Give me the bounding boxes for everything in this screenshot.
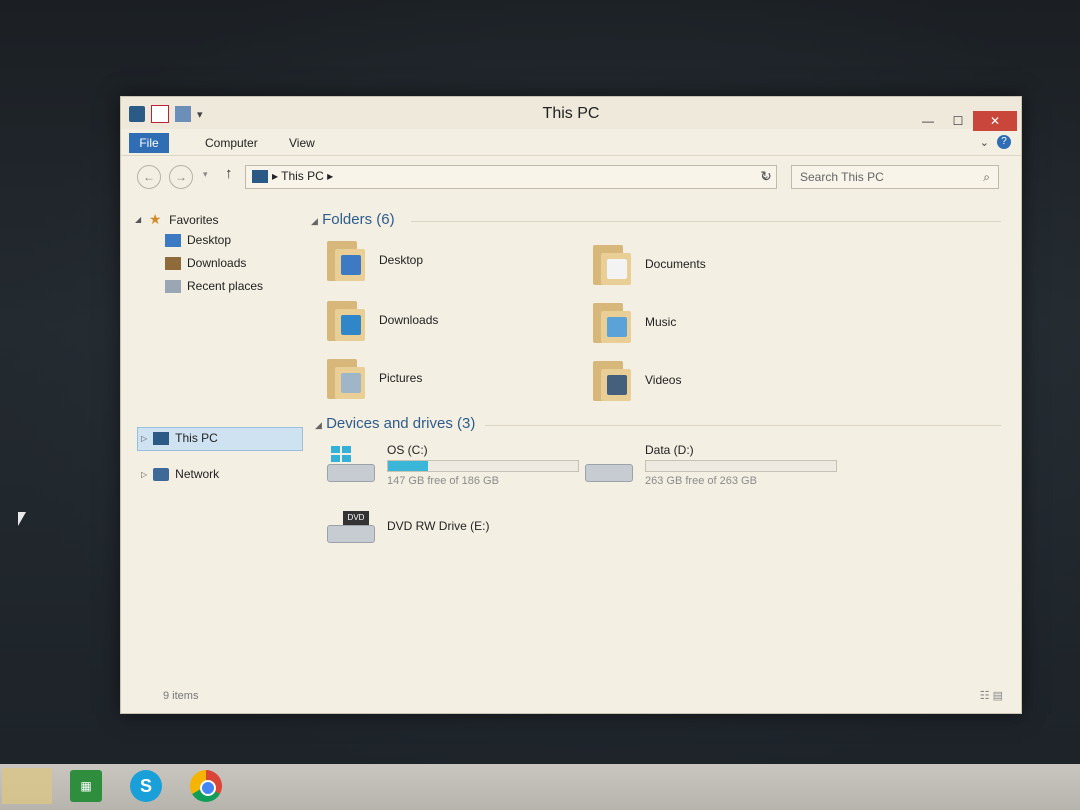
help-icon[interactable]: ? <box>997 135 1011 149</box>
address-bar[interactable]: ▸ This PC ▸ ⌄ <box>245 165 777 189</box>
folder-icon <box>591 299 633 345</box>
folder-label: Documents <box>645 257 706 271</box>
divider <box>411 221 1001 222</box>
nav-favorites-label: Favorites <box>169 212 219 227</box>
close-button[interactable]: ✕ <box>973 111 1017 131</box>
recent-places-icon <box>165 279 181 293</box>
drive-free-space: 263 GB free of 263 GB <box>645 475 757 487</box>
drive-item-c[interactable]: OS (C:) 147 GB free of 186 GB <box>327 443 579 487</box>
folder-item-videos[interactable]: Videos <box>591 357 681 403</box>
nav-item-recent-places[interactable]: Recent places <box>165 279 263 293</box>
navigation-pane: ◢ ★ Favorites Desktop Downloads Recent p… <box>129 203 309 693</box>
store-taskbar-icon[interactable]: ▦ <box>70 770 102 802</box>
folders-header-label: Folders (6) <box>322 211 395 228</box>
ribbon-help-area: ⌄ ? <box>980 135 1011 149</box>
status-item-count: 9 items <box>163 690 199 702</box>
collapse-icon[interactable]: ◢ <box>315 420 322 430</box>
file-explorer-window: ▾ This PC — ☐ ✕ File Computer View ⌄ ? ←… <box>120 96 1022 714</box>
taskbar: ▦ S <box>0 764 1080 810</box>
folder-icon <box>325 297 367 343</box>
nav-favorites[interactable]: ◢ ★ Favorites <box>135 211 219 228</box>
expand-icon[interactable]: ▷ <box>141 434 147 443</box>
folder-item-desktop[interactable]: Desktop <box>325 237 423 283</box>
folder-label: Pictures <box>379 371 423 385</box>
drive-label: Data (D:) <box>645 443 694 457</box>
search-input[interactable]: Search This PC <box>800 170 884 184</box>
collapse-icon[interactable]: ◢ <box>135 215 141 224</box>
up-button[interactable]: ↑ <box>225 165 233 182</box>
back-button[interactable]: ← <box>137 165 161 189</box>
folder-icon <box>325 237 367 283</box>
skype-taskbar-icon[interactable]: S <box>130 770 162 802</box>
minimize-button[interactable]: — <box>913 111 943 131</box>
drives-header-label: Devices and drives (3) <box>326 415 476 432</box>
title-bar: ▾ This PC — ☐ ✕ <box>121 97 1021 131</box>
search-icon[interactable]: ⌕ <box>983 170 990 185</box>
drive-usage-bar <box>645 460 837 472</box>
view-toggle-icons[interactable]: ☷ ▤ <box>980 689 1003 702</box>
expand-ribbon-icon[interactable]: ⌄ <box>980 136 989 149</box>
chrome-taskbar-icon[interactable] <box>190 770 222 802</box>
recent-locations-icon[interactable]: ▾ <box>203 169 208 180</box>
content-pane: ◢ Folders (6) Desktop Documents Download… <box>311 203 1011 693</box>
collapse-icon[interactable]: ◢ <box>311 216 318 226</box>
folder-item-documents[interactable]: Documents <box>591 241 706 287</box>
breadcrumb[interactable]: ▸ This PC ▸ <box>272 169 333 183</box>
tab-file[interactable]: File <box>129 133 169 153</box>
folder-label: Videos <box>645 373 682 387</box>
hard-drive-icon <box>585 446 633 484</box>
nav-item-network[interactable]: ▷ Network <box>141 467 219 481</box>
nav-item-desktop[interactable]: Desktop <box>165 233 231 247</box>
drive-usage-bar <box>387 460 579 472</box>
folder-label: Desktop <box>379 253 424 267</box>
nav-item-this-pc[interactable]: ▷ This PC <box>141 431 218 445</box>
folder-item-downloads[interactable]: Downloads <box>325 297 438 343</box>
nav-item-label: Network <box>175 467 220 481</box>
nav-item-downloads[interactable]: Downloads <box>165 256 246 270</box>
tab-computer[interactable]: Computer <box>195 133 268 153</box>
downloads-icon <box>165 256 181 270</box>
maximize-button[interactable]: ☐ <box>943 111 973 131</box>
navigation-bar: ← → ▾ ↑ ▸ This PC ▸ ⌄ ↻ Search This PC ⌕ <box>121 159 1021 193</box>
file-explorer-taskbar-icon[interactable] <box>2 768 52 804</box>
refresh-button[interactable]: ↻ <box>755 165 777 187</box>
drive-item-dvd[interactable]: DVD DVD RW Drive (E:) <box>327 507 489 545</box>
dvd-drive-icon: DVD <box>327 507 375 545</box>
forward-button[interactable]: → <box>169 165 193 189</box>
folder-icon <box>325 355 367 401</box>
nav-item-label: Recent places <box>187 279 264 293</box>
folder-item-pictures[interactable]: Pictures <box>325 355 422 401</box>
nav-item-label: Downloads <box>187 256 247 270</box>
drives-group-header[interactable]: ◢ Devices and drives (3) <box>315 415 475 432</box>
breadcrumb-this-pc[interactable]: This PC <box>281 169 324 183</box>
folder-label: Downloads <box>379 313 439 327</box>
desktop-icon <box>165 233 181 247</box>
folder-icon <box>591 357 633 403</box>
computer-icon <box>252 170 268 183</box>
tab-view[interactable]: View <box>279 133 325 153</box>
folder-icon <box>591 241 633 287</box>
ribbon-tabs: File Computer View ⌄ ? <box>121 131 1021 156</box>
dvd-label: DVD <box>343 511 369 525</box>
windows-logo-icon <box>331 446 351 462</box>
divider <box>485 425 1001 426</box>
nav-item-label: Desktop <box>187 233 232 247</box>
folders-group-header[interactable]: ◢ Folders (6) <box>311 211 395 228</box>
drive-free-space: 147 GB free of 186 GB <box>387 475 499 487</box>
drive-label: OS (C:) <box>387 443 428 457</box>
drive-item-d[interactable]: Data (D:) 263 GB free of 263 GB <box>585 443 837 487</box>
folder-item-music[interactable]: Music <box>591 299 676 345</box>
drive-label: DVD RW Drive (E:) <box>387 519 490 533</box>
computer-icon <box>153 431 170 445</box>
mouse-cursor <box>18 512 26 526</box>
nav-item-label: This PC <box>175 431 218 445</box>
hard-drive-icon <box>327 446 375 484</box>
search-box[interactable]: Search This PC ⌕ <box>791 165 999 189</box>
window-title: This PC <box>542 105 600 122</box>
expand-icon[interactable]: ▷ <box>141 470 147 479</box>
network-icon <box>153 467 170 481</box>
star-icon: ★ <box>148 211 162 227</box>
folder-label: Music <box>645 315 677 329</box>
